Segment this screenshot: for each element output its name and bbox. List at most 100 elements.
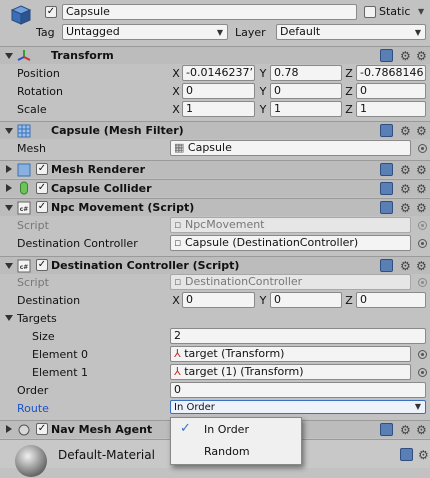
active-checkbox[interactable]: ✓: [45, 6, 57, 18]
order-input[interactable]: 0: [170, 382, 426, 398]
scale-x-input[interactable]: 1: [182, 101, 255, 117]
object-picker-icon[interactable]: [418, 368, 427, 377]
destination-controller-enabled-checkbox[interactable]: ✓: [36, 259, 48, 271]
settings-gear-icon[interactable]: ⚙: [400, 183, 412, 195]
destination-y-input[interactable]: 0: [270, 292, 342, 308]
targets-label[interactable]: Targets: [17, 312, 57, 325]
object-picker-icon[interactable]: [418, 239, 427, 248]
npc-movement-enabled-checkbox[interactable]: ✓: [36, 201, 48, 213]
mesh-object-field[interactable]: ▦ Capsule: [170, 140, 411, 156]
dc-script-label: Script: [17, 276, 49, 289]
settings-gear-icon[interactable]: ⚙: [416, 424, 428, 436]
layer-dropdown[interactable]: Default ▼: [276, 24, 426, 40]
tag-dropdown[interactable]: Untagged ▼: [62, 24, 228, 40]
layer-value: Default: [280, 25, 321, 38]
destination-z-input[interactable]: 0: [356, 292, 426, 308]
capsule-collider-enabled-checkbox[interactable]: ✓: [36, 182, 48, 194]
help-book-icon[interactable]: [380, 201, 393, 214]
destination-x-input[interactable]: 0: [182, 292, 255, 308]
settings-gear-icon[interactable]: ⚙: [418, 449, 430, 461]
help-book-icon[interactable]: [380, 259, 393, 272]
settings-gear-icon[interactable]: ⚙: [416, 50, 428, 62]
capsule-collider-title: Capsule Collider: [51, 182, 152, 195]
position-x-input[interactable]: -0.0146237’: [182, 65, 255, 81]
transform-header[interactable]: Transform ⚙ ⚙: [0, 46, 430, 64]
transform-axes-icon: ⅄: [174, 365, 181, 378]
position-z-input[interactable]: -0.7868146: [356, 65, 426, 81]
mesh-renderer-header[interactable]: ✓ Mesh Renderer ⚙ ⚙: [0, 160, 430, 178]
expand-triangle-icon[interactable]: [5, 53, 13, 59]
help-book-icon[interactable]: [380, 49, 393, 62]
scale-y-input[interactable]: 1: [270, 101, 342, 117]
object-name-input[interactable]: Capsule: [62, 4, 357, 20]
collapsed-triangle-icon[interactable]: [6, 184, 12, 192]
collapsed-triangle-icon[interactable]: [6, 425, 12, 433]
npc-movement-header[interactable]: c# ✓ Npc Movement (Script) ⚙ ⚙: [0, 198, 430, 216]
axis-y-label: Y: [259, 294, 267, 307]
settings-gear-icon[interactable]: ⚙: [400, 424, 412, 436]
static-checkbox[interactable]: [364, 6, 376, 18]
settings-gear-icon[interactable]: ⚙: [400, 260, 412, 272]
layer-label: Layer: [235, 26, 266, 39]
object-header: ✓ Capsule Static ▼ Tag Untagged ▼ Layer …: [0, 0, 430, 45]
tag-value: Untagged: [66, 25, 120, 38]
element1-field[interactable]: ⅄ target (1) (Transform): [170, 364, 411, 380]
settings-gear-icon[interactable]: ⚙: [416, 125, 428, 137]
mesh-filter-header[interactable]: Capsule (Mesh Filter) ⚙ ⚙: [0, 121, 430, 139]
menu-item-in-order[interactable]: ✓ In Order: [171, 419, 301, 441]
mesh-renderer-icon: [17, 163, 31, 177]
checkmark-icon: ✓: [180, 421, 191, 436]
settings-gear-icon[interactable]: ⚙: [416, 202, 428, 214]
nav-mesh-agent-title: Nav Mesh Agent: [51, 423, 153, 436]
position-y-input[interactable]: 0.78: [270, 65, 342, 81]
capsule-collider-header[interactable]: ✓ Capsule Collider ⚙ ⚙: [0, 179, 430, 197]
tag-label: Tag: [36, 26, 55, 39]
mesh-renderer-enabled-checkbox[interactable]: ✓: [36, 163, 48, 175]
chevron-down-icon: ▼: [414, 402, 421, 411]
mesh-label: Mesh: [17, 142, 46, 155]
settings-gear-icon[interactable]: ⚙: [400, 202, 412, 214]
help-book-icon[interactable]: [380, 423, 393, 436]
settings-gear-icon[interactable]: ⚙: [400, 125, 412, 137]
help-book-icon[interactable]: [400, 448, 413, 461]
rotation-y-input[interactable]: 0: [270, 83, 342, 99]
dc-script-field: ▫ DestinationController: [170, 274, 411, 290]
scale-z-input[interactable]: 1: [356, 101, 426, 117]
size-input[interactable]: 2: [170, 328, 426, 344]
route-value: In Order: [174, 402, 215, 413]
dest-controller-field[interactable]: ▫ Capsule (DestinationController): [170, 235, 411, 251]
element0-field[interactable]: ⅄ target (Transform): [170, 346, 411, 362]
mesh-renderer-title: Mesh Renderer: [51, 163, 146, 176]
nav-mesh-agent-enabled-checkbox[interactable]: ✓: [36, 423, 48, 435]
menu-item-random[interactable]: Random: [171, 441, 301, 463]
route-dropdown[interactable]: In Order ▼: [170, 400, 426, 414]
axis-y-label: Y: [259, 67, 267, 80]
help-book-icon[interactable]: [380, 124, 393, 137]
axis-y-label: Y: [259, 85, 267, 98]
settings-gear-icon[interactable]: ⚙: [416, 164, 428, 176]
transform-title: Transform: [51, 49, 114, 62]
settings-gear-icon[interactable]: ⚙: [416, 183, 428, 195]
collapsed-triangle-icon[interactable]: [6, 165, 12, 173]
size-label: Size: [32, 330, 55, 343]
npc-script-value: NpcMovement: [184, 218, 265, 231]
help-book-icon[interactable]: [380, 182, 393, 195]
destination-controller-header[interactable]: c# ✓ Destination Controller (Script) ⚙ ⚙: [0, 256, 430, 274]
npc-script-field: ▫ NpcMovement: [170, 217, 411, 233]
rotation-z-input[interactable]: 0: [356, 83, 426, 99]
static-dropdown-icon[interactable]: ▼: [418, 6, 430, 18]
expand-triangle-icon[interactable]: [5, 263, 13, 269]
object-picker-icon[interactable]: [418, 144, 427, 153]
help-book-icon[interactable]: [380, 163, 393, 176]
targets-expand-triangle-icon[interactable]: [5, 315, 13, 321]
dest-controller-label: Destination Controller: [17, 237, 138, 250]
settings-gear-icon[interactable]: ⚙: [400, 164, 412, 176]
element1-value: target (1) (Transform): [184, 365, 304, 378]
rotation-x-input[interactable]: 0: [182, 83, 255, 99]
expand-triangle-icon[interactable]: [5, 128, 13, 134]
settings-gear-icon[interactable]: ⚙: [416, 260, 428, 272]
object-picker-icon[interactable]: [418, 350, 427, 359]
transform-axes-icon: [17, 50, 31, 61]
settings-gear-icon[interactable]: ⚙: [400, 50, 412, 62]
expand-triangle-icon[interactable]: [5, 205, 13, 211]
